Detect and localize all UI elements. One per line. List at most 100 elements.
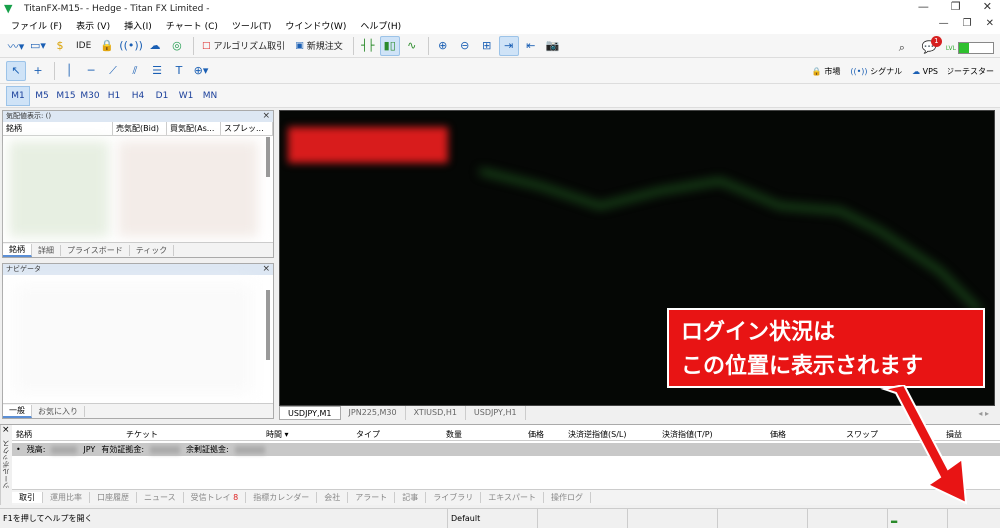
- menu-view[interactable]: 表示 (V): [69, 19, 117, 32]
- market-link[interactable]: 🔒 市場: [812, 66, 841, 77]
- status-profile[interactable]: Default: [448, 508, 538, 528]
- new-order-button[interactable]: ▣ 新規注文: [291, 36, 347, 56]
- col-spread[interactable]: スプレッ...: [221, 121, 273, 136]
- close-icon[interactable]: ×: [262, 111, 270, 122]
- balance-row[interactable]: • 残高: JPY 有効証拠金: 余剰証拠金:: [12, 443, 1000, 456]
- tab-library[interactable]: ライブラリ: [426, 492, 482, 503]
- shapes-icon[interactable]: ⊕▾: [191, 61, 211, 81]
- col-symbol[interactable]: 銘柄: [12, 428, 122, 440]
- text-icon[interactable]: T: [169, 61, 189, 81]
- tf-m5[interactable]: M5: [30, 86, 54, 106]
- tf-d1[interactable]: D1: [150, 86, 174, 106]
- mdi-minimize-button[interactable]: —: [939, 18, 949, 29]
- chart-shift-icon[interactable]: ⇤: [521, 36, 541, 56]
- channel-icon[interactable]: ⫽: [125, 61, 145, 81]
- mdi-close-button[interactable]: ✕: [986, 18, 994, 29]
- col-time[interactable]: 時間 ▾: [262, 428, 352, 440]
- close-icon[interactable]: ×: [2, 425, 10, 435]
- col-type[interactable]: タイプ: [352, 428, 442, 440]
- scrollbar[interactable]: [266, 290, 270, 360]
- tab-articles[interactable]: 記事: [395, 492, 427, 503]
- mdi-restore-button[interactable]: ❐: [963, 18, 972, 29]
- col-symbol[interactable]: 銘柄: [3, 121, 113, 136]
- vps-link[interactable]: ☁ VPS: [912, 67, 938, 76]
- col-volume[interactable]: 数量: [442, 428, 524, 440]
- col-ask[interactable]: 買気配(As...: [167, 121, 221, 136]
- close-icon[interactable]: ×: [262, 264, 270, 275]
- market-icon[interactable]: $: [50, 36, 70, 56]
- new-chart-icon[interactable]: 〰▾: [6, 36, 26, 56]
- col-price[interactable]: 価格: [524, 428, 564, 440]
- tab-favorites[interactable]: お気に入り: [32, 405, 85, 417]
- tile-windows-icon[interactable]: ⊞: [477, 36, 497, 56]
- cursor-icon[interactable]: ↖: [6, 60, 26, 81]
- tab-company[interactable]: 会社: [317, 492, 349, 503]
- crosshair-icon[interactable]: +: [28, 61, 48, 81]
- minimize-button[interactable]: —: [918, 0, 929, 13]
- tf-h1[interactable]: H1: [102, 86, 126, 106]
- profiles-icon[interactable]: ▭▾: [28, 36, 48, 56]
- chart-tabs-scroll[interactable]: ◂ ▸: [978, 409, 989, 418]
- close-button[interactable]: ✕: [983, 0, 992, 13]
- lock-icon[interactable]: 🔒: [97, 36, 117, 56]
- menu-window[interactable]: ウインドウ(W): [278, 19, 353, 32]
- menu-insert[interactable]: 挿入(I): [117, 19, 159, 32]
- notifications-icon[interactable]: 💬 1: [922, 36, 942, 56]
- signals-link[interactable]: ((•)) シグナル: [850, 66, 902, 77]
- tab-trade[interactable]: 取引: [12, 492, 43, 503]
- tf-m30[interactable]: M30: [78, 86, 102, 106]
- chart-tab-xtiusd-h1[interactable]: XTIUSD,H1: [406, 406, 466, 420]
- maximize-button[interactable]: ❐: [951, 0, 961, 13]
- col-ticket[interactable]: チケット: [122, 428, 262, 440]
- col-tp[interactable]: 決済指値(T/P): [658, 428, 766, 440]
- col-price2[interactable]: 価格: [766, 428, 842, 440]
- col-bid[interactable]: 売気配(Bid): [113, 121, 167, 136]
- search-icon[interactable]: ⌕: [892, 38, 912, 58]
- menu-tools[interactable]: ツール(T): [225, 19, 279, 32]
- candlestick-icon[interactable]: ▮▯: [379, 35, 400, 56]
- tab-mailbox[interactable]: 受信トレイ 8: [184, 492, 247, 503]
- tf-m15[interactable]: M15: [54, 86, 78, 106]
- zoom-in-icon[interactable]: ⊕: [433, 36, 453, 56]
- vps-icon[interactable]: ☁: [145, 36, 165, 56]
- tab-history[interactable]: 口座履歴: [90, 492, 137, 503]
- chart-tab-usdjpy-m1[interactable]: USDJPY,M1: [279, 406, 341, 420]
- algo-trading-button[interactable]: □ アルゴリズム取引: [198, 36, 289, 56]
- menu-file[interactable]: ファイル (F): [4, 19, 69, 32]
- line-chart-icon[interactable]: ∿: [402, 36, 422, 56]
- signals-icon[interactable]: ((•)): [119, 36, 143, 56]
- screenshot-icon[interactable]: 📷: [543, 36, 563, 56]
- bar-chart-icon[interactable]: ┤├: [358, 36, 378, 56]
- tab-symbols[interactable]: 銘柄: [3, 243, 32, 257]
- horizontal-line-icon[interactable]: ─: [81, 61, 101, 81]
- menu-chart[interactable]: チャート (C): [159, 19, 225, 32]
- tf-m1[interactable]: M1: [6, 85, 30, 106]
- connection-signal[interactable]: LVL: [946, 42, 994, 54]
- tester-link[interactable]: ストラテジーテスター: [948, 66, 994, 77]
- tab-experts[interactable]: エキスパート: [481, 492, 545, 503]
- trendline-icon[interactable]: ⟋: [103, 61, 123, 81]
- connection-status-icon[interactable]: ▂: [888, 508, 948, 528]
- ide-button[interactable]: IDE: [72, 36, 95, 56]
- tab-journal[interactable]: 操作ログ: [544, 492, 592, 503]
- col-sl[interactable]: 決済逆指値(S/L): [564, 428, 658, 440]
- menu-help[interactable]: ヘルプ(H): [353, 19, 408, 32]
- fibonacci-icon[interactable]: ☰: [147, 61, 167, 81]
- tf-h4[interactable]: H4: [126, 86, 150, 106]
- vertical-line-icon[interactable]: │: [59, 61, 79, 81]
- tab-exposure[interactable]: 運用比率: [43, 492, 90, 503]
- tf-mn[interactable]: MN: [198, 86, 222, 106]
- tab-news[interactable]: ニュース: [137, 492, 184, 503]
- chart-tab-jpn225-m30[interactable]: JPN225,M30: [341, 406, 406, 420]
- tab-common[interactable]: 一般: [3, 404, 32, 418]
- tab-priceboard[interactable]: プライスボード: [61, 244, 130, 256]
- tab-calendar[interactable]: 指標カレンダー: [246, 492, 318, 503]
- tab-alerts[interactable]: アラート: [348, 492, 396, 503]
- web-icon[interactable]: ◎: [167, 36, 187, 56]
- tf-w1[interactable]: W1: [174, 86, 198, 106]
- autoscroll-icon[interactable]: ⇥: [498, 35, 519, 56]
- scrollbar[interactable]: [266, 137, 270, 177]
- tab-details[interactable]: 詳細: [32, 244, 61, 256]
- zoom-out-icon[interactable]: ⊖: [455, 36, 475, 56]
- tab-ticks[interactable]: ティック: [130, 244, 175, 256]
